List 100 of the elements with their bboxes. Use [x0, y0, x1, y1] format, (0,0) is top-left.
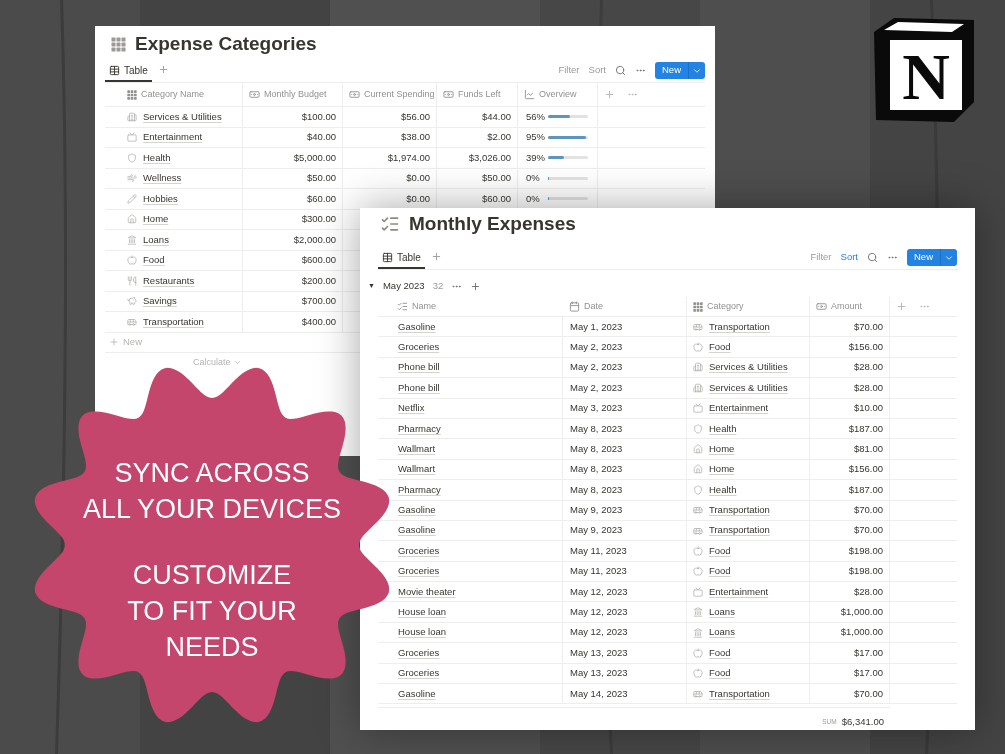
- category-name[interactable]: Food: [143, 253, 165, 268]
- table-cell: $5,000.00: [293, 150, 336, 165]
- table-cell: $44.00: [481, 109, 511, 124]
- banknote-icon: [443, 89, 454, 100]
- bus-icon: [127, 316, 137, 327]
- line-chart-icon: [524, 89, 535, 100]
- expense-name[interactable]: Gasoline: [398, 523, 436, 538]
- shield-icon: [127, 152, 137, 163]
- tv-icon: [693, 586, 703, 597]
- grid-icon: [111, 36, 126, 52]
- sort-button[interactable]: Sort: [840, 250, 858, 265]
- percent-text: 0%: [526, 171, 541, 186]
- date-cell: May 12, 2023: [570, 605, 628, 620]
- add-view-icon[interactable]: [157, 63, 169, 75]
- category-link[interactable]: Home: [709, 462, 735, 477]
- category-name[interactable]: Restaurants: [143, 273, 195, 288]
- expense-name[interactable]: Groceries: [398, 339, 440, 355]
- expense-name[interactable]: Wallmart: [398, 462, 436, 477]
- chevron-down-icon[interactable]: [232, 358, 242, 367]
- view-tab[interactable]: Table: [105, 61, 152, 82]
- category-name[interactable]: Hobbies: [143, 191, 178, 206]
- category-name[interactable]: Home: [143, 212, 169, 227]
- category-link[interactable]: Food: [709, 339, 731, 355]
- expense-name[interactable]: Pharmacy: [398, 482, 441, 497]
- apple-icon: [693, 546, 703, 556]
- expense-name[interactable]: House loan: [398, 625, 447, 640]
- category-link[interactable]: Loans: [709, 605, 735, 620]
- date-cell-text: May 2, 2023: [570, 339, 623, 354]
- category-link[interactable]: Loans: [709, 625, 735, 640]
- expense-name[interactable]: Phone bill: [398, 360, 440, 375]
- apple-icon: [693, 668, 703, 679]
- table-cell: $60.00: [481, 191, 511, 206]
- building-icon: [693, 362, 703, 373]
- new-button[interactable]: New: [655, 62, 705, 79]
- expense-name[interactable]: Gasoline: [398, 319, 436, 334]
- category-link[interactable]: Health: [709, 482, 737, 497]
- category-link[interactable]: Entertainment: [709, 401, 769, 416]
- expense-name[interactable]: Phone bill: [398, 380, 440, 395]
- category-link[interactable]: Food: [709, 666, 731, 681]
- category-link[interactable]: Food: [709, 543, 731, 559]
- category-name[interactable]: Entertainment: [143, 130, 203, 145]
- table-cell: $40.00: [306, 130, 336, 145]
- search-icon[interactable]: [867, 252, 878, 263]
- date-cell: May 11, 2023: [570, 564, 627, 579]
- category-link[interactable]: Services & Utilities: [709, 360, 788, 375]
- date-cell-text: May 11, 2023: [570, 543, 627, 558]
- amount-cell: $187.00: [848, 482, 883, 497]
- expense-name[interactable]: Groceries: [398, 645, 440, 661]
- banknote-icon: [249, 89, 260, 100]
- expense-name[interactable]: Movie theater: [398, 584, 456, 599]
- page-title: Monthly Expenses: [409, 211, 576, 236]
- search-icon[interactable]: [615, 65, 626, 76]
- category-link[interactable]: Services & Utilities: [709, 380, 788, 395]
- date-cell: May 14, 2023: [570, 686, 628, 701]
- category-link[interactable]: Food: [709, 645, 731, 661]
- add-column-icon[interactable]: [896, 301, 907, 312]
- expense-name[interactable]: Groceries: [398, 564, 440, 579]
- percent-text: 56%: [526, 109, 543, 124]
- expense-name[interactable]: House loan: [398, 605, 447, 620]
- category-name[interactable]: Wellness: [143, 171, 182, 186]
- amount-cell: $70.00: [853, 319, 883, 334]
- expense-name[interactable]: Netflix: [398, 401, 425, 416]
- amount-cell-text: $81.00: [853, 441, 883, 456]
- grid-icon: [127, 89, 137, 100]
- amount-cell: $28.00: [853, 360, 883, 375]
- view-tab[interactable]: Table: [378, 248, 425, 269]
- category-link[interactable]: Health: [709, 421, 737, 436]
- new-button[interactable]: New: [907, 249, 957, 266]
- table-cell: $0.00: [406, 171, 430, 186]
- category-name[interactable]: Savings: [143, 294, 177, 309]
- house-icon: [127, 214, 137, 225]
- category-name[interactable]: Loans: [143, 232, 169, 247]
- plus-icon[interactable]: [470, 281, 482, 292]
- expense-name[interactable]: Gasoline: [398, 503, 436, 518]
- expense-name[interactable]: Pharmacy: [398, 421, 441, 436]
- expense-name[interactable]: Gasoline: [398, 686, 436, 701]
- category-name[interactable]: Health: [143, 150, 171, 165]
- table-cell: $700.00: [301, 294, 336, 309]
- expense-name[interactable]: Groceries: [398, 666, 440, 681]
- category-name[interactable]: Transportation: [143, 314, 204, 329]
- add-column-icon[interactable]: [604, 89, 615, 100]
- category-link[interactable]: Food: [709, 564, 731, 579]
- table-cell: $50.00: [306, 171, 336, 186]
- category-link[interactable]: Transportation: [709, 686, 770, 701]
- category-link[interactable]: Home: [709, 441, 735, 457]
- category-name[interactable]: Services & Utilities: [143, 109, 222, 124]
- table-cell: $400.00: [301, 314, 336, 329]
- category-link[interactable]: Transportation: [709, 503, 770, 518]
- add-view-icon[interactable]: [430, 250, 442, 262]
- table-cell: $300.00: [301, 212, 336, 227]
- date-cell: May 9, 2023: [570, 523, 623, 538]
- percent-text: 95%: [526, 130, 543, 145]
- checklist-icon: [397, 301, 408, 312]
- piggy-bank-icon: [127, 296, 137, 307]
- category-link[interactable]: Entertainment: [709, 584, 769, 599]
- category-link[interactable]: Transportation: [709, 523, 770, 538]
- expense-name[interactable]: Wallmart: [398, 441, 436, 457]
- bus-icon: [693, 525, 703, 536]
- expense-name[interactable]: Groceries: [398, 543, 440, 559]
- category-link[interactable]: Transportation: [709, 319, 770, 334]
